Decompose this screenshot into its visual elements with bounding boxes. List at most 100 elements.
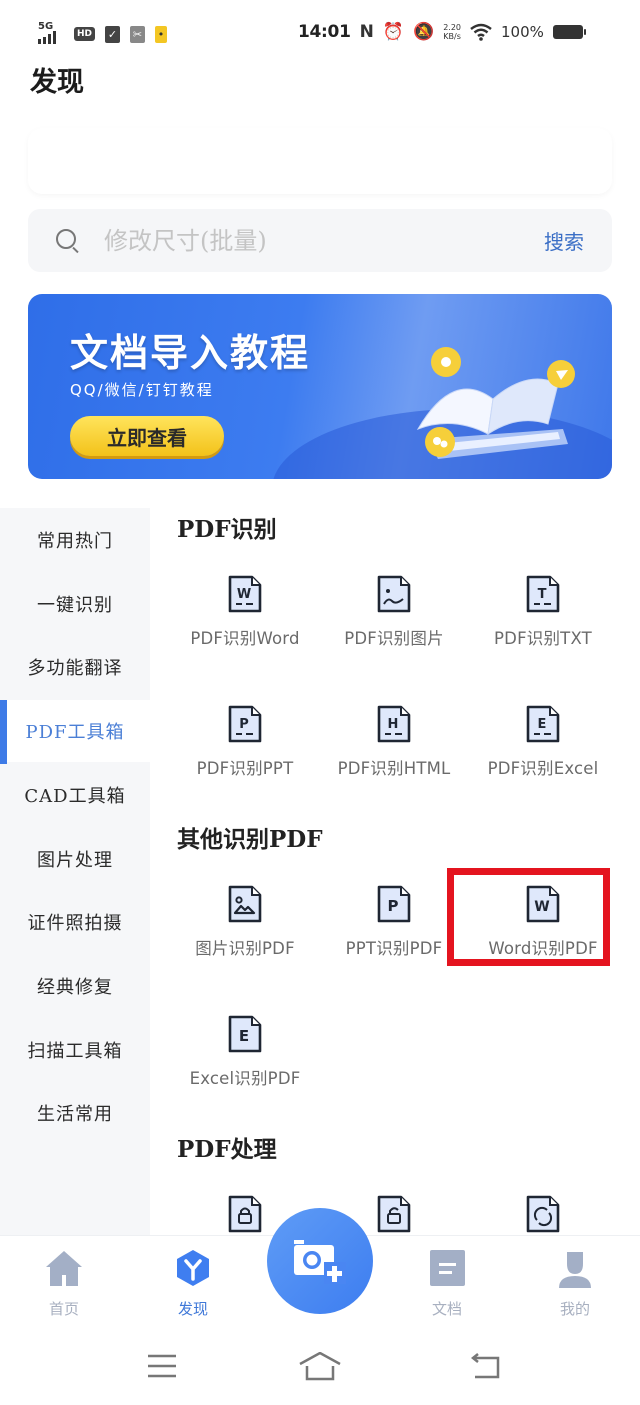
svg-text:W: W <box>534 899 549 915</box>
tool-pdf-to-image[interactable]: PDF识别图片 <box>316 575 472 655</box>
clock: 14:01 <box>298 22 351 42</box>
sidebar-item-classic-restore[interactable]: 经典修复 <box>0 955 150 1017</box>
category-sidebar: 常用热门 一键识别 多功能翻译 PDF工具箱 CAD工具箱 图片处理 证件照拍摄… <box>0 508 150 1235</box>
excel-doc-icon: E <box>526 705 560 743</box>
tool-content: PDF识别 W PDF识别Word PDF识别图片 T PDF识别TXT P P… <box>150 500 640 1235</box>
hd-icon: HD <box>74 27 96 41</box>
open-book-illustration <box>416 347 575 459</box>
sidebar-item-one-click-recognize[interactable]: 一键识别 <box>0 573 150 635</box>
search-icon <box>56 229 76 249</box>
tool-label: PDF识别PPT <box>196 759 294 778</box>
tutorial-banner[interactable]: 文档导入教程 QQ/微信/钉钉教程 立即查看 <box>28 294 612 479</box>
svg-text:E: E <box>538 717 547 732</box>
mute-bell-icon: 🔕 <box>413 22 435 42</box>
sidebar-item-popular[interactable]: 常用热门 <box>0 509 150 571</box>
sidebar-item-pdf-toolbox[interactable]: PDF工具箱 <box>0 700 150 764</box>
sidebar-item-label: 生活常用 <box>37 1104 113 1125</box>
sidebar-item-daily-life[interactable]: 生活常用 <box>0 1082 150 1144</box>
sidebar-item-image-processing[interactable]: 图片处理 <box>0 828 150 890</box>
tool-word-to-pdf[interactable]: W Word识别PDF <box>465 885 621 965</box>
document-icon <box>430 1250 465 1286</box>
rotate-doc-icon <box>526 1195 560 1233</box>
banner-subtitle: QQ/微信/钉钉教程 <box>70 381 214 399</box>
tool-label: PDF识别Word <box>190 629 300 648</box>
nfc-icon: N <box>359 22 374 42</box>
nav-home[interactable]: 首页 <box>24 1248 104 1319</box>
svg-text:P: P <box>239 717 249 732</box>
sidebar-item-translate[interactable]: 多功能翻译 <box>0 636 150 698</box>
discover-icon <box>177 1250 209 1286</box>
profile-icon <box>559 1252 591 1288</box>
app-notification-icon: ✂ <box>130 25 146 43</box>
nav-label: 首页 <box>48 1300 79 1318</box>
svg-text:T: T <box>538 587 547 602</box>
tool-image-to-pdf[interactable]: 图片识别PDF <box>167 885 323 965</box>
html-doc-icon: H <box>377 705 411 743</box>
home-outline-icon <box>299 1351 341 1381</box>
sidebar-item-id-photo[interactable]: 证件照拍摄 <box>0 891 150 953</box>
sidebar-item-label: 经典修复 <box>37 977 113 998</box>
camera-add-button[interactable] <box>267 1208 373 1314</box>
speed-value: 2.20 <box>443 23 462 32</box>
tool-excel-to-pdf[interactable]: E Excel识别PDF <box>167 1015 323 1095</box>
tool-label: PDF识别HTML <box>337 759 451 778</box>
nav-label: 发现 <box>177 1300 208 1318</box>
section-title-pdf-recognize: PDF识别 <box>177 516 277 543</box>
nav-discover[interactable]: 发现 <box>153 1248 233 1319</box>
back-button[interactable] <box>466 1352 506 1382</box>
cellular-signal-icon: 5G <box>38 21 64 44</box>
recent-apps-button[interactable] <box>142 1352 182 1382</box>
tool-pdf-rotate[interactable] <box>465 1195 621 1235</box>
battery-icon <box>552 25 586 39</box>
sidebar-item-scan-toolbox[interactable]: 扫描工具箱 <box>0 1019 150 1081</box>
excel-doc-icon: E <box>228 1015 262 1053</box>
ppt-doc-icon: P <box>228 705 262 743</box>
search-button[interactable]: 搜索 <box>544 226 584 255</box>
tool-pdf-to-txt[interactable]: T PDF识别TXT <box>465 575 621 655</box>
home-button[interactable] <box>298 1351 341 1382</box>
sidebar-item-label: 扫描工具箱 <box>27 1041 123 1062</box>
section-title-other-to-pdf: 其他识别PDF <box>177 826 323 853</box>
status-bar: 5G HD ✓ ✂ • 14:01 N ⏰ 🔕 2.20 KB/s 100% <box>0 21 640 52</box>
network-speed: 2.20 KB/s <box>443 23 461 41</box>
txt-doc-icon: T <box>526 575 560 613</box>
battery-percent: 100% <box>501 23 544 41</box>
tool-label: PDF识别Excel <box>487 759 599 778</box>
tool-pdf-to-word[interactable]: W PDF识别Word <box>167 575 323 655</box>
sidebar-item-label: PDF工具箱 <box>25 722 125 743</box>
word-doc-icon: W <box>526 885 560 923</box>
ppt-doc-icon: P <box>377 885 411 923</box>
tool-label: PPT识别PDF <box>345 939 443 958</box>
banner-title: 文档导入教程 <box>70 331 311 375</box>
section-title-pdf-processing: PDF处理 <box>177 1136 277 1163</box>
word-doc-icon: W <box>228 575 262 613</box>
wifi-icon <box>470 23 492 41</box>
nav-profile[interactable]: 我的 <box>535 1248 615 1319</box>
alarm-icon: ⏰ <box>382 22 405 42</box>
tool-label: PDF识别图片 <box>344 629 444 648</box>
unlock-doc-icon <box>377 1195 411 1233</box>
tool-ppt-to-pdf[interactable]: P PPT识别PDF <box>316 885 472 965</box>
sidebar-item-label: 常用热门 <box>37 531 113 552</box>
system-navigation-bar <box>0 1330 640 1405</box>
tool-pdf-to-html[interactable]: H PDF识别HTML <box>316 705 472 785</box>
nav-label: 我的 <box>559 1300 590 1318</box>
image-doc-icon <box>377 575 411 613</box>
tool-label: PDF识别TXT <box>494 629 592 648</box>
sidebar-item-label: 图片处理 <box>37 850 113 871</box>
picture-doc-icon <box>228 885 262 923</box>
speed-unit: KB/s <box>443 32 461 41</box>
camera-add-icon <box>294 1240 346 1284</box>
svg-text:E: E <box>239 1027 249 1045</box>
tool-pdf-to-ppt[interactable]: P PDF识别PPT <box>167 705 323 785</box>
app-mascot-icon: • <box>155 25 168 43</box>
sidebar-item-label: 证件照拍摄 <box>27 913 123 934</box>
sidebar-item-cad-toolbox[interactable]: CAD工具箱 <box>0 764 150 826</box>
tool-pdf-to-excel[interactable]: E PDF识别Excel <box>465 705 621 785</box>
view-now-button[interactable]: 立即查看 <box>70 416 224 456</box>
battery-check-icon: ✓ <box>105 25 121 43</box>
search-input[interactable] <box>104 223 484 259</box>
back-icon <box>470 1353 500 1379</box>
nav-documents[interactable]: 文档 <box>407 1248 487 1319</box>
svg-text:H: H <box>388 717 399 732</box>
